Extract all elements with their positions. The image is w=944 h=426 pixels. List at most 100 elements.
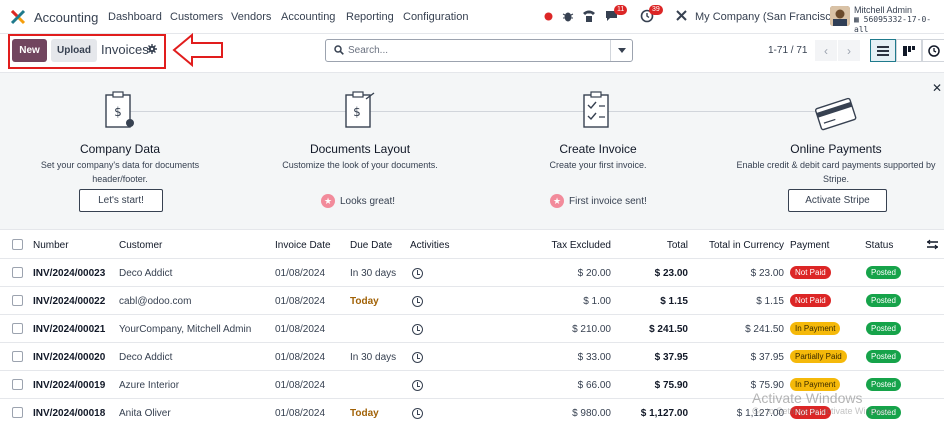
phone-icon[interactable]	[582, 9, 596, 26]
accounting-app-icon[interactable]	[10, 9, 26, 25]
customer-name: Azure Interior	[119, 380, 180, 391]
total-in-currency: $ 23.00	[750, 268, 784, 279]
table-header: Number Customer Invoice Date Due Date Ac…	[0, 231, 944, 259]
customer-name: Anita Oliver	[119, 408, 171, 419]
table-row[interactable]: INV/2024/00022 cabl@odoo.com 01/08/2024 Tod…	[0, 287, 944, 315]
menu-reporting[interactable]: Reporting	[346, 11, 394, 23]
menu-dashboard[interactable]: Dashboard	[108, 11, 162, 23]
status-badge: Posted	[866, 350, 901, 363]
column-invoice-date[interactable]: Invoice Date	[275, 240, 331, 251]
search-input[interactable]	[348, 43, 608, 58]
company-switcher[interactable]: My Company (San Francisco)	[695, 11, 841, 23]
user-menu[interactable]: Mitchell Admin ▦ 56095332-17-0-all	[854, 5, 944, 35]
payment-status-badge: Not Paid	[790, 266, 831, 279]
column-status[interactable]: Status	[865, 240, 893, 251]
column-activities[interactable]: Activities	[410, 240, 449, 251]
table-row[interactable]: INV/2024/00023 Deco Addict 01/08/2024 In 30…	[0, 259, 944, 287]
onboarding-step-description: Enable credit & debit card payments supp…	[736, 160, 936, 184]
user-avatar[interactable]	[830, 6, 850, 26]
list-icon	[877, 45, 889, 56]
due-date: Today	[350, 296, 379, 307]
tax-excluded: $ 210.00	[572, 324, 611, 335]
pager-previous-button[interactable]: ‹	[815, 40, 837, 61]
lets-start-button[interactable]: Let's start!	[79, 189, 163, 212]
column-due-date[interactable]: Due Date	[350, 240, 392, 251]
app-name[interactable]: Accounting	[34, 10, 98, 25]
onboarding-step-done-label: First invoice sent!	[569, 195, 647, 207]
row-checkbox[interactable]	[12, 379, 23, 390]
tax-excluded: $ 66.00	[577, 380, 611, 391]
total: $ 75.90	[654, 380, 688, 391]
kanban-view-button[interactable]	[896, 39, 922, 62]
caret-down-icon	[617, 48, 626, 53]
column-customer[interactable]: Customer	[119, 240, 162, 251]
windows-watermark-sub: Go to Settings to activate Windows.	[752, 406, 895, 416]
row-checkbox[interactable]	[12, 267, 23, 278]
search-options-toggle[interactable]	[610, 40, 632, 61]
select-all-checkbox[interactable]	[12, 239, 23, 250]
pager-value[interactable]: 1-71 / 71	[768, 45, 807, 56]
activity-clock-icon[interactable]	[412, 380, 423, 391]
chevron-left-icon: ‹	[824, 43, 828, 58]
status-badge: Posted	[866, 322, 901, 335]
column-number[interactable]: Number	[33, 240, 69, 251]
due-date: Today	[350, 408, 379, 419]
table-row[interactable]: INV/2024/00020 Deco Addict 01/08/2024 In 30…	[0, 343, 944, 371]
activity-clock-icon[interactable]	[412, 296, 423, 307]
total: $ 37.95	[654, 352, 688, 363]
search-bar[interactable]	[325, 39, 633, 62]
status-dot-icon[interactable]	[544, 12, 553, 24]
row-checkbox[interactable]	[12, 351, 23, 362]
column-payment[interactable]: Payment	[790, 240, 829, 251]
onboarding-step-done: ★ Looks great!	[321, 194, 395, 208]
activate-stripe-button[interactable]: Activate Stripe	[788, 189, 887, 212]
document-layout-icon: $	[345, 91, 375, 128]
document-money-icon: $	[105, 91, 134, 128]
messages-icon[interactable]: 11	[605, 5, 628, 26]
activity-clock-icon[interactable]	[412, 268, 423, 279]
invoice-number: INV/2024/00019	[33, 380, 106, 391]
upload-button[interactable]: Upload	[51, 39, 97, 62]
chevron-right-icon: ›	[847, 43, 851, 58]
menu-customers[interactable]: Customers	[170, 11, 223, 23]
total: $ 1.15	[660, 296, 688, 307]
svg-text:$: $	[353, 105, 361, 119]
windows-watermark: Activate Windows	[752, 390, 863, 406]
customer-name: Deco Addict	[119, 352, 173, 363]
due-date: In 30 days	[350, 268, 397, 279]
tools-icon[interactable]	[675, 9, 688, 25]
row-checkbox[interactable]	[12, 323, 23, 334]
activities-clock-icon[interactable]: 39	[640, 5, 663, 26]
menu-configuration[interactable]: Configuration	[403, 11, 468, 23]
invoice-number: INV/2024/00022	[33, 296, 106, 307]
total: $ 241.50	[649, 324, 688, 335]
status-badge: Posted	[866, 266, 901, 279]
column-total-in-currency[interactable]: Total in Currency	[700, 240, 784, 251]
svg-text:$: $	[114, 105, 122, 119]
total-in-currency: $ 241.50	[745, 324, 784, 335]
star-icon: ★	[550, 194, 564, 208]
column-tax-excluded[interactable]: Tax Excluded	[530, 240, 611, 251]
optional-columns-icon[interactable]	[927, 239, 938, 253]
onboarding-step-title: Documents Layout	[309, 142, 411, 156]
row-checkbox[interactable]	[12, 407, 23, 418]
tax-excluded: $ 33.00	[577, 352, 611, 363]
row-checkbox[interactable]	[12, 295, 23, 306]
pager-next-button[interactable]: ›	[838, 40, 860, 61]
onboarding-step-done-label: Looks great!	[340, 195, 396, 207]
column-total[interactable]: Total	[620, 240, 688, 251]
table-row[interactable]: INV/2024/00021 YourCompany, Mitchell Admi…	[0, 315, 944, 343]
menu-accounting[interactable]: Accounting	[281, 11, 335, 23]
gear-icon[interactable]	[147, 44, 157, 57]
activity-clock-icon[interactable]	[412, 324, 423, 335]
close-icon[interactable]: ✕	[932, 81, 942, 95]
onboarding-step-title: Online Payments	[790, 142, 882, 156]
bug-icon[interactable]	[562, 9, 574, 26]
invoice-date: 01/08/2024	[275, 380, 326, 391]
activity-clock-icon[interactable]	[412, 352, 423, 363]
menu-vendors[interactable]: Vendors	[231, 11, 271, 23]
new-button[interactable]: New	[12, 39, 47, 62]
activity-view-button[interactable]	[922, 39, 944, 62]
activity-clock-icon[interactable]	[412, 408, 423, 419]
list-view-button[interactable]	[870, 39, 896, 62]
